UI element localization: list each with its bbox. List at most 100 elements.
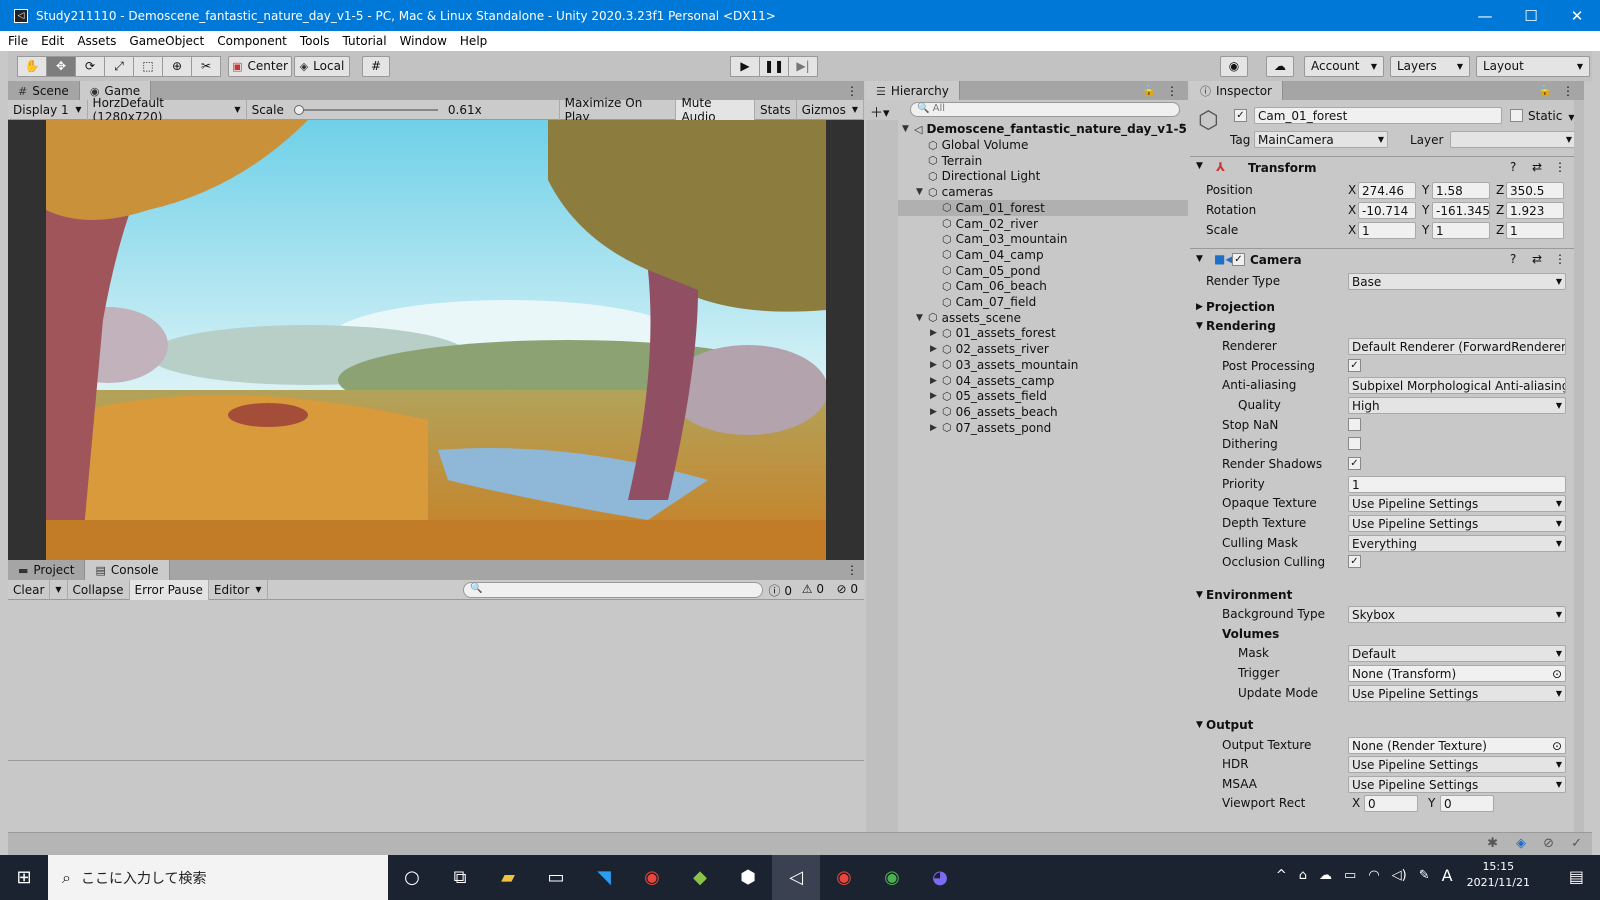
dithering-checkbox[interactable] (1348, 437, 1361, 450)
pivot-center-button[interactable]: ▣ Center (228, 55, 292, 77)
tray-app-icon[interactable]: ⌂ (1299, 868, 1307, 883)
expand-right-icon[interactable]: ▶ (930, 344, 942, 354)
expand-down-icon[interactable]: ▼ (916, 187, 928, 197)
collab-icon[interactable]: ◉ (1220, 55, 1248, 77)
viewport-x-field[interactable]: 0 (1364, 795, 1418, 812)
app-icon[interactable]: ◆ (676, 855, 724, 900)
rect-tool-icon[interactable]: ⬚ (133, 55, 163, 77)
account-dropdown[interactable]: Account ▼ (1304, 55, 1384, 77)
chrome-profile2-icon[interactable]: ◉ (868, 855, 916, 900)
hierarchy-item[interactable]: ⬡ Cam_04_camp (898, 247, 1188, 263)
hierarchy-item[interactable]: ⬡ Cam_06_beach (898, 278, 1188, 294)
collapse-toggle[interactable]: Collapse (68, 579, 130, 600)
menu-component[interactable]: Component (217, 34, 287, 48)
clock[interactable]: 15:15 2021/11/21 (1467, 859, 1530, 891)
menu-tutorial[interactable]: Tutorial (342, 34, 386, 48)
clear-options-icon[interactable]: ▼ (50, 579, 68, 600)
clear-button[interactable]: Clear (8, 579, 51, 600)
transform-position-x-field[interactable]: 274.46 (1358, 182, 1416, 199)
hierarchy-item[interactable]: ▶ ⬡ 07_assets_pond (898, 420, 1188, 436)
transform-tool-icon[interactable]: ⊕ (162, 55, 192, 77)
transform-scale-x-field[interactable]: 1 (1358, 222, 1416, 239)
game-viewport[interactable] (8, 120, 864, 560)
notification-icon[interactable]: ▤ (1569, 867, 1584, 886)
hierarchy-item[interactable]: ⬡ Directional Light (898, 168, 1188, 184)
mute-audio-toggle[interactable]: Mute Audio (676, 96, 755, 124)
windows-start-icon[interactable]: ⊞ (0, 855, 48, 900)
menu-window[interactable]: Window (400, 34, 447, 48)
volume-mask-dropdown[interactable]: Default ▼ (1348, 645, 1566, 662)
more-options-icon[interactable]: ⋮ (846, 84, 858, 98)
transform-scale-y-field[interactable]: 1 (1432, 222, 1490, 239)
camera-enabled-checkbox[interactable]: ✓ (1232, 253, 1245, 266)
taskbar-search-box[interactable]: ⌕ ここに入力して検索 (48, 855, 388, 900)
chrome-profile-icon[interactable]: ◉ (820, 855, 868, 900)
lock-icon[interactable]: 🔒 (1142, 84, 1156, 97)
maximize-button[interactable]: ☐ (1508, 0, 1554, 31)
play-icon[interactable]: ▶ (730, 55, 760, 77)
hierarchy-item[interactable]: ▶ ⬡ 02_assets_river (898, 341, 1188, 357)
maximize-on-play-toggle[interactable]: Maximize On Play (558, 96, 677, 124)
wifi-icon[interactable]: ◠ (1368, 868, 1379, 883)
console-search-input[interactable]: 🔍 (463, 582, 763, 598)
transform-position-z-field[interactable]: 350.5 (1506, 182, 1564, 199)
quality-dropdown[interactable]: High ▼ (1348, 397, 1566, 414)
hierarchy-item[interactable]: ▶ ⬡ 06_assets_beach (898, 404, 1188, 420)
hierarchy-item[interactable]: ▶ ⬡ 03_assets_mountain (898, 357, 1188, 373)
grid-snap-icon[interactable]: # (362, 55, 390, 77)
background-type-dropdown[interactable]: Skybox ▼ (1348, 606, 1566, 623)
hand-tool-icon[interactable]: ✋ (17, 55, 47, 77)
rendering-foldout[interactable]: Rendering (1206, 319, 1276, 333)
menu-gameobject[interactable]: GameObject (129, 34, 204, 48)
battery-icon[interactable]: ▭ (1344, 868, 1356, 883)
object-picker-icon[interactable]: ⊙ (1552, 667, 1562, 681)
tab-console[interactable]: ▤ Console (85, 560, 170, 580)
render-shadows-checkbox[interactable]: ✓ (1348, 457, 1361, 470)
expand-right-icon[interactable]: ▶ (930, 407, 942, 417)
transform-rotation-z-field[interactable]: 1.923 (1506, 202, 1564, 219)
tab-scene[interactable]: # Scene (8, 81, 80, 101)
layout-dropdown[interactable]: Layout ▼ (1476, 55, 1590, 77)
stats-toggle[interactable]: Stats (755, 99, 797, 120)
file-explorer-icon[interactable]: ▰ (484, 855, 532, 900)
task-view-icon[interactable]: ⧉ (436, 855, 484, 900)
layers-dropdown[interactable]: Layers ▼ (1390, 55, 1470, 77)
volume-icon[interactable]: ◁) (1392, 868, 1407, 883)
hierarchy-item[interactable]: ⬡ Cam_03_mountain (898, 231, 1188, 247)
preset-icon[interactable]: ⇄ (1532, 252, 1542, 266)
volume-trigger-field[interactable]: None (Transform) ⊙ (1348, 665, 1566, 682)
expand-right-icon[interactable]: ▶ (930, 423, 942, 433)
expand-down-icon[interactable]: ▼ (1196, 590, 1203, 600)
move-tool-icon[interactable]: ✥ (46, 55, 76, 77)
environment-foldout[interactable]: Environment (1206, 588, 1292, 602)
hierarchy-item[interactable]: ▼ ⬡ assets_scene (898, 310, 1188, 326)
opaque-texture-dropdown[interactable]: Use Pipeline Settings ▼ (1348, 495, 1566, 512)
scene-root[interactable]: ▼ ◁ Demoscene_fantastic_nature_day_v1-5 (902, 121, 1187, 137)
anti-aliasing-dropdown[interactable]: Subpixel Morphological Anti-aliasing▼ (1348, 377, 1566, 394)
scale-slider-handle[interactable] (293, 104, 304, 115)
more-options-icon[interactable]: ⋮ (1176, 121, 1188, 135)
transform-scale-z-field[interactable]: 1 (1506, 222, 1564, 239)
more-options-icon[interactable]: ⋮ (1554, 252, 1566, 266)
hierarchy-item[interactable]: ⬡ Global Volume (898, 137, 1188, 153)
output-foldout[interactable]: Output (1206, 718, 1253, 732)
check-icon[interactable]: ✓ (1571, 836, 1582, 851)
rotate-tool-icon[interactable]: ⟳ (75, 55, 105, 77)
info-count[interactable]: ⓘ 0 (769, 582, 792, 599)
hierarchy-item[interactable]: ▶ ⬡ 04_assets_camp (898, 373, 1188, 389)
hierarchy-item[interactable]: ▼ ⬡ cameras (898, 184, 1188, 200)
close-button[interactable]: ✕ (1554, 0, 1600, 31)
pivot-local-button[interactable]: ◈ Local (294, 55, 350, 77)
object-name-field[interactable]: Cam_01_forest (1254, 107, 1502, 124)
hdr-dropdown[interactable]: Use Pipeline Settings ▼ (1348, 756, 1566, 773)
more-options-icon[interactable]: ⋮ (1554, 160, 1566, 174)
error-count[interactable]: ⊘ 0 (836, 582, 858, 596)
custom-tool-icon[interactable]: ✂ (191, 55, 221, 77)
chrome-icon[interactable]: ◉ (628, 855, 676, 900)
lock-icon[interactable]: 🔒 (1538, 84, 1552, 97)
help-icon[interactable]: ? (1510, 160, 1516, 174)
more-options-icon[interactable]: ⋮ (1166, 84, 1178, 98)
onedrive-icon[interactable]: ☁ (1319, 868, 1332, 883)
tab-project[interactable]: ▬ Project (8, 560, 86, 580)
expand-down-icon[interactable]: ▼ (1196, 321, 1203, 331)
